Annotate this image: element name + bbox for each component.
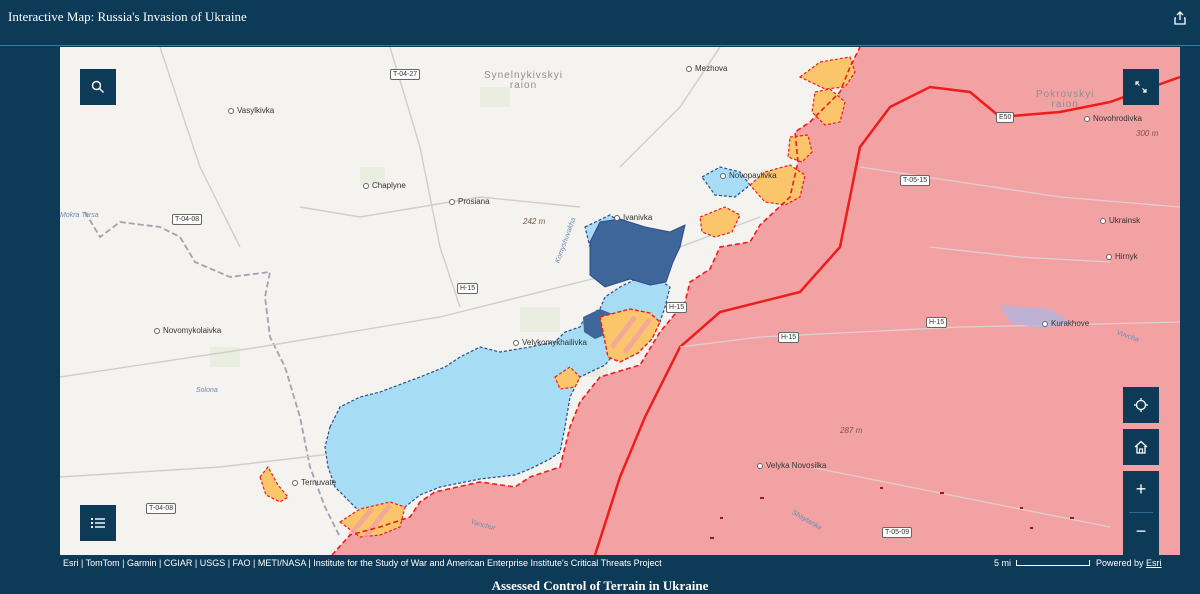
elevation-label: 300 m <box>1136 129 1159 138</box>
legend-list-icon <box>91 518 105 528</box>
zoom-out-button[interactable]: − <box>1123 513 1159 549</box>
home-button[interactable] <box>1123 429 1159 465</box>
place-hirnyk: Hirnyk <box>1106 252 1138 261</box>
raion-label-pokrovskyi: Pokrovskyi raion <box>1036 89 1095 110</box>
place-vasylkivka: Vasylkivka <box>228 106 274 115</box>
map-caption: Assessed Control of Terrain in Ukraine <box>491 578 709 593</box>
place-ukrainsk: Ukrainsk <box>1100 216 1140 225</box>
attribution-text: Esri | TomTom | Garmin | CGIAR | USGS | … <box>63 558 662 568</box>
fullscreen-button[interactable] <box>1123 69 1159 105</box>
map-attribution: Esri | TomTom | Garmin | CGIAR | USGS | … <box>60 556 1180 570</box>
place-kurakhove: Kurakhove <box>1042 319 1089 328</box>
place-velykomykhailivka: Velykomykhailivka <box>513 338 587 347</box>
elevation-label: 242 m <box>523 217 546 226</box>
share-icon[interactable] <box>1172 10 1188 26</box>
search-button[interactable] <box>80 69 116 105</box>
road-shield: E50 <box>996 112 1015 123</box>
home-icon <box>1134 440 1148 454</box>
esri-link[interactable]: Esri <box>1146 558 1162 568</box>
scale-label: 5 mi <box>994 558 1012 568</box>
place-mezhova: Mezhova <box>686 64 727 73</box>
place-ivanivka: Ivanivka <box>614 213 652 222</box>
place-novomykolaivka: Novomykolaivka <box>154 326 221 335</box>
road-shield: T-05-09 <box>882 527 913 538</box>
scale-bar <box>1016 560 1090 566</box>
place-novopavlivka: Novopavlivka <box>720 171 777 180</box>
zoom-in-button[interactable]: + <box>1123 471 1159 507</box>
expand-icon <box>1135 81 1147 93</box>
search-icon <box>91 80 104 93</box>
legend-button[interactable] <box>80 505 116 541</box>
map-canvas <box>60 47 1180 555</box>
place-velyka-novosilka: Velyka Novosilka <box>757 461 826 470</box>
app-header: Interactive Map: Russia's Invasion of Uk… <box>0 0 1200 46</box>
elevation-label: 287 m <box>840 426 863 435</box>
zoom-control: + − <box>1123 471 1159 555</box>
river-label: Mokra Tersa <box>60 212 99 219</box>
map-view[interactable]: Synelnykivskyi raion Pokrovskyi raion Vasy… <box>60 47 1180 555</box>
place-chaplyne: Chaplyne <box>363 181 406 190</box>
road-shield: H-15 <box>778 332 800 343</box>
app-title: Interactive Map: Russia's Invasion of Uk… <box>8 9 247 24</box>
road-shield: T-04-08 <box>172 214 203 225</box>
place-ternuvate: Ternuvate <box>292 478 336 487</box>
road-shield: T-04-08 <box>146 503 177 514</box>
road-shield: T-04-27 <box>390 69 421 80</box>
river-label: Solona <box>196 387 218 394</box>
raion-label-synelnykivskyi: Synelnykivskyi raion <box>484 70 564 91</box>
locate-icon <box>1134 398 1148 412</box>
place-prosiana: Prosiana <box>449 197 490 206</box>
road-shield: H-15 <box>926 317 948 328</box>
road-shield: T-05-15 <box>900 175 931 186</box>
place-novohrodivka: Novohrodivka <box>1084 114 1142 123</box>
powered-by: Powered by Esri <box>1096 558 1162 568</box>
road-shield: H-15 <box>666 302 688 313</box>
road-shield: H-15 <box>457 283 479 294</box>
locate-button[interactable] <box>1123 387 1159 423</box>
